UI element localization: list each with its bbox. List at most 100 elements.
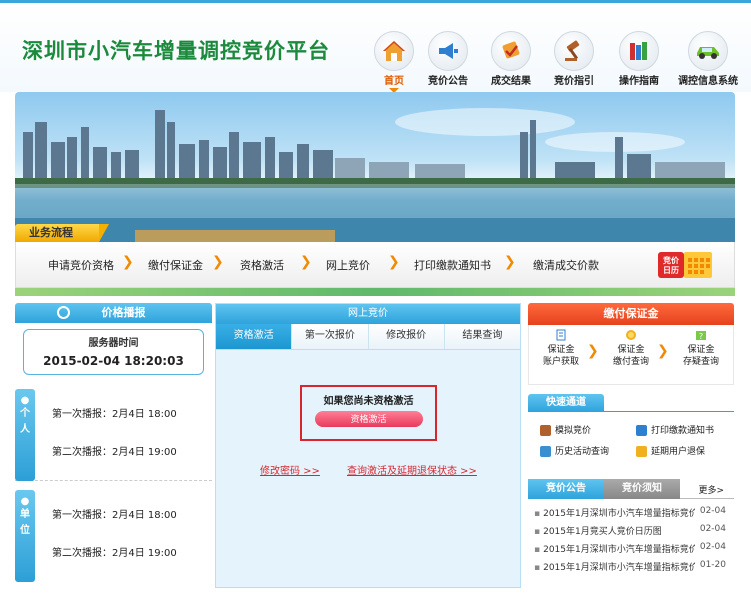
deposit-item-line1: 保证金 <box>547 345 575 355</box>
coins-icon <box>626 330 636 340</box>
quick-item-label: 历史活动查询 <box>555 447 610 457</box>
step-arrow-icon: ❯ <box>657 343 669 359</box>
individual-first-broadcast: 第一次播报：2月4日 18:00 <box>52 409 177 420</box>
quick-print-notice[interactable]: 打印缴款通知书 <box>636 423 714 436</box>
gavel-icon <box>554 31 594 71</box>
copy-icon <box>636 446 647 457</box>
price-broadcast-header: 价格播报 <box>15 303 212 323</box>
more-link[interactable]: 更多> <box>698 483 724 496</box>
step-pay[interactable]: 缴清成交价款 <box>533 257 599 273</box>
nav-guide[interactable]: 竞价指引 <box>542 31 606 91</box>
online-bid-tabs: 资格激活 第一次报价 修改报价 结果查询 <box>216 324 520 350</box>
step-deposit[interactable]: 缴付保证金 <box>148 257 203 273</box>
news-item[interactable]: ▪ 2015年1月深圳市小汽车增量指标竞价的 02-04 <box>534 506 730 519</box>
quick-mock-bid[interactable]: 模拟竞价 <box>540 423 591 436</box>
nav-guide-label: 竞价指引 <box>554 76 594 87</box>
calendar-label-2: 日历 <box>663 266 679 275</box>
decorative-strip <box>15 288 735 296</box>
car-icon <box>688 31 728 71</box>
tab-first-bid[interactable]: 第一次报价 <box>292 324 369 349</box>
quick-history-query[interactable]: 历史活动查询 <box>540 444 609 457</box>
trophy-icon <box>491 31 531 71</box>
news-tabs: 竞价公告 竞价须知 更多> <box>528 479 734 499</box>
news-date: 02-04 <box>699 506 726 516</box>
right-panel: 缴付保证金 保证金 账户获取 ❯ 保证金 缴付查询 ❯ ? 保证金 存疑查询 快… <box>528 303 734 588</box>
svg-text:?: ? <box>699 332 703 341</box>
header: 深圳市小汽车增量调控竞价平台 首页 竞价公告 成交结果 竞价指引 操作指南 调控… <box>0 0 751 93</box>
quick-deferred-refund[interactable]: 延期用户退保 <box>636 444 705 457</box>
megaphone-icon <box>428 31 468 71</box>
tab-result-query[interactable]: 结果查询 <box>444 324 520 349</box>
deposit-account-link[interactable]: 保证金 账户获取 <box>531 329 591 368</box>
nav-manual[interactable]: 操作指南 <box>607 31 671 91</box>
group-icon: ● <box>20 496 30 507</box>
news-item[interactable]: ▪ 2015年1月深圳市小汽车增量指标竞价么 02-04 <box>534 542 730 555</box>
calendar-icon <box>540 446 551 457</box>
step-online-bid[interactable]: 网上竞价 <box>326 257 370 273</box>
unit-broadcast: ● 单 位 第一次播报：2月4日 18:00 第二次播报：2月4日 19:00 <box>15 490 212 582</box>
deposit-item-line2: 账户获取 <box>542 357 579 367</box>
document-icon <box>556 329 566 341</box>
step-arrow-icon: ❯ <box>587 343 599 359</box>
process-bar: 申请竞价资格 ❯ 缴付保证金 ❯ 资格激活 ❯ 网上竞价 ❯ 打印缴款通知书 ❯… <box>15 242 735 288</box>
deposit-item-line1: 保证金 <box>617 345 645 355</box>
divider <box>528 411 734 412</box>
step-apply[interactable]: 申请竞价资格 <box>48 257 114 273</box>
site-title: 深圳市小汽车增量调控竞价平台 <box>22 39 330 63</box>
activation-notice-box: 如果您尚未资格激活 资格激活 <box>300 385 437 441</box>
city-skyline-illustration <box>15 108 735 242</box>
tab-activate[interactable]: 资格激活 <box>216 324 293 349</box>
news-item[interactable]: ▪ 2015年1月深圳市小汽车增量指标竞价么 01-20 <box>534 560 730 573</box>
tab-modify-bid[interactable]: 修改报价 <box>368 324 445 349</box>
tab-auction-notice[interactable]: 竞价公告 <box>528 479 604 499</box>
nav-results[interactable]: 成交结果 <box>479 31 543 91</box>
quick-access-header: 快速通道 <box>528 394 604 412</box>
news-date: 02-04 <box>699 524 726 534</box>
step-arrow-icon: ❯ <box>300 254 312 270</box>
online-bid-panel: 网上竞价 资格激活 第一次报价 修改报价 结果查询 如果您尚未资格激活 资格激活… <box>215 303 521 588</box>
news-title: 2015年1月竞买人竞价日历图 <box>543 527 662 537</box>
news-date: 02-04 <box>699 542 726 552</box>
calendar-label-1: 竞价 <box>662 255 680 265</box>
unit-second-broadcast: 第二次播报：2月4日 19:00 <box>52 548 177 559</box>
online-bid-header: 网上竞价 <box>216 304 520 324</box>
auction-calendar-button[interactable]: 竞价 日历 <box>658 248 714 280</box>
activation-notice-text: 如果您尚未资格激活 <box>323 396 414 407</box>
step-arrow-icon: ❯ <box>212 254 224 270</box>
quick-item-label: 模拟竞价 <box>555 426 592 436</box>
house-icon <box>374 31 414 71</box>
calendar-icon: 竞价 日历 <box>658 252 712 278</box>
top-nav: 首页 竞价公告 成交结果 竞价指引 操作指南 调控信息系统 <box>362 31 751 93</box>
deposit-item-line2: 存疑查询 <box>682 357 719 367</box>
printer-icon <box>636 425 647 436</box>
tab-auction-rules[interactable]: 竞价须知 <box>604 479 680 499</box>
deposit-payment-query-link[interactable]: 保证金 缴付查询 <box>601 329 661 368</box>
query-status-link[interactable]: 查询激活及延期退保状态 >> <box>347 462 477 477</box>
news-date: 01-20 <box>699 560 726 570</box>
deposit-dispute-query-link[interactable]: ? 保证金 存疑查询 <box>671 329 731 368</box>
nav-info-system[interactable]: 调控信息系统 <box>670 31 746 91</box>
nav-auction-notice[interactable]: 竞价公告 <box>416 31 480 91</box>
activate-button[interactable]: 资格激活 <box>314 411 423 427</box>
server-time-box: 服务器时间 2015-02-04 18:20:03 <box>23 329 204 375</box>
step-arrow-icon: ❯ <box>122 254 134 270</box>
news-title: 2015年1月深圳市小汽车增量指标竞价么 <box>543 545 696 555</box>
unit-tag-char: 单 <box>20 509 30 520</box>
individual-tag-char: 个 <box>20 408 30 419</box>
server-time-label: 服务器时间 <box>88 338 139 349</box>
question-icon: ? <box>696 331 706 341</box>
unit-first-broadcast: 第一次播报：2月4日 18:00 <box>52 510 177 521</box>
business-process-tab: 业务流程 <box>15 224 109 242</box>
news-item[interactable]: ▪ 2015年1月竞买人竞价日历图 02-04 <box>534 524 730 537</box>
step-print-notice[interactable]: 打印缴款通知书 <box>414 257 491 273</box>
quick-item-label: 延期用户退保 <box>651 447 706 457</box>
step-activate[interactable]: 资格激活 <box>240 257 284 273</box>
individual-second-broadcast: 第二次播报：2月4日 19:00 <box>52 447 177 458</box>
books-icon <box>619 31 659 71</box>
server-time-value: 2015-02-04 18:20:03 <box>43 354 184 368</box>
price-broadcast-title: 价格播报 <box>101 306 146 319</box>
deposit-item-line2: 缴付查询 <box>612 357 649 367</box>
deposit-links: 保证金 账户获取 ❯ 保证金 缴付查询 ❯ ? 保证金 存疑查询 <box>528 325 734 385</box>
nav-results-label: 成交结果 <box>491 76 531 87</box>
change-password-link[interactable]: 修改密码 >> <box>260 462 320 477</box>
